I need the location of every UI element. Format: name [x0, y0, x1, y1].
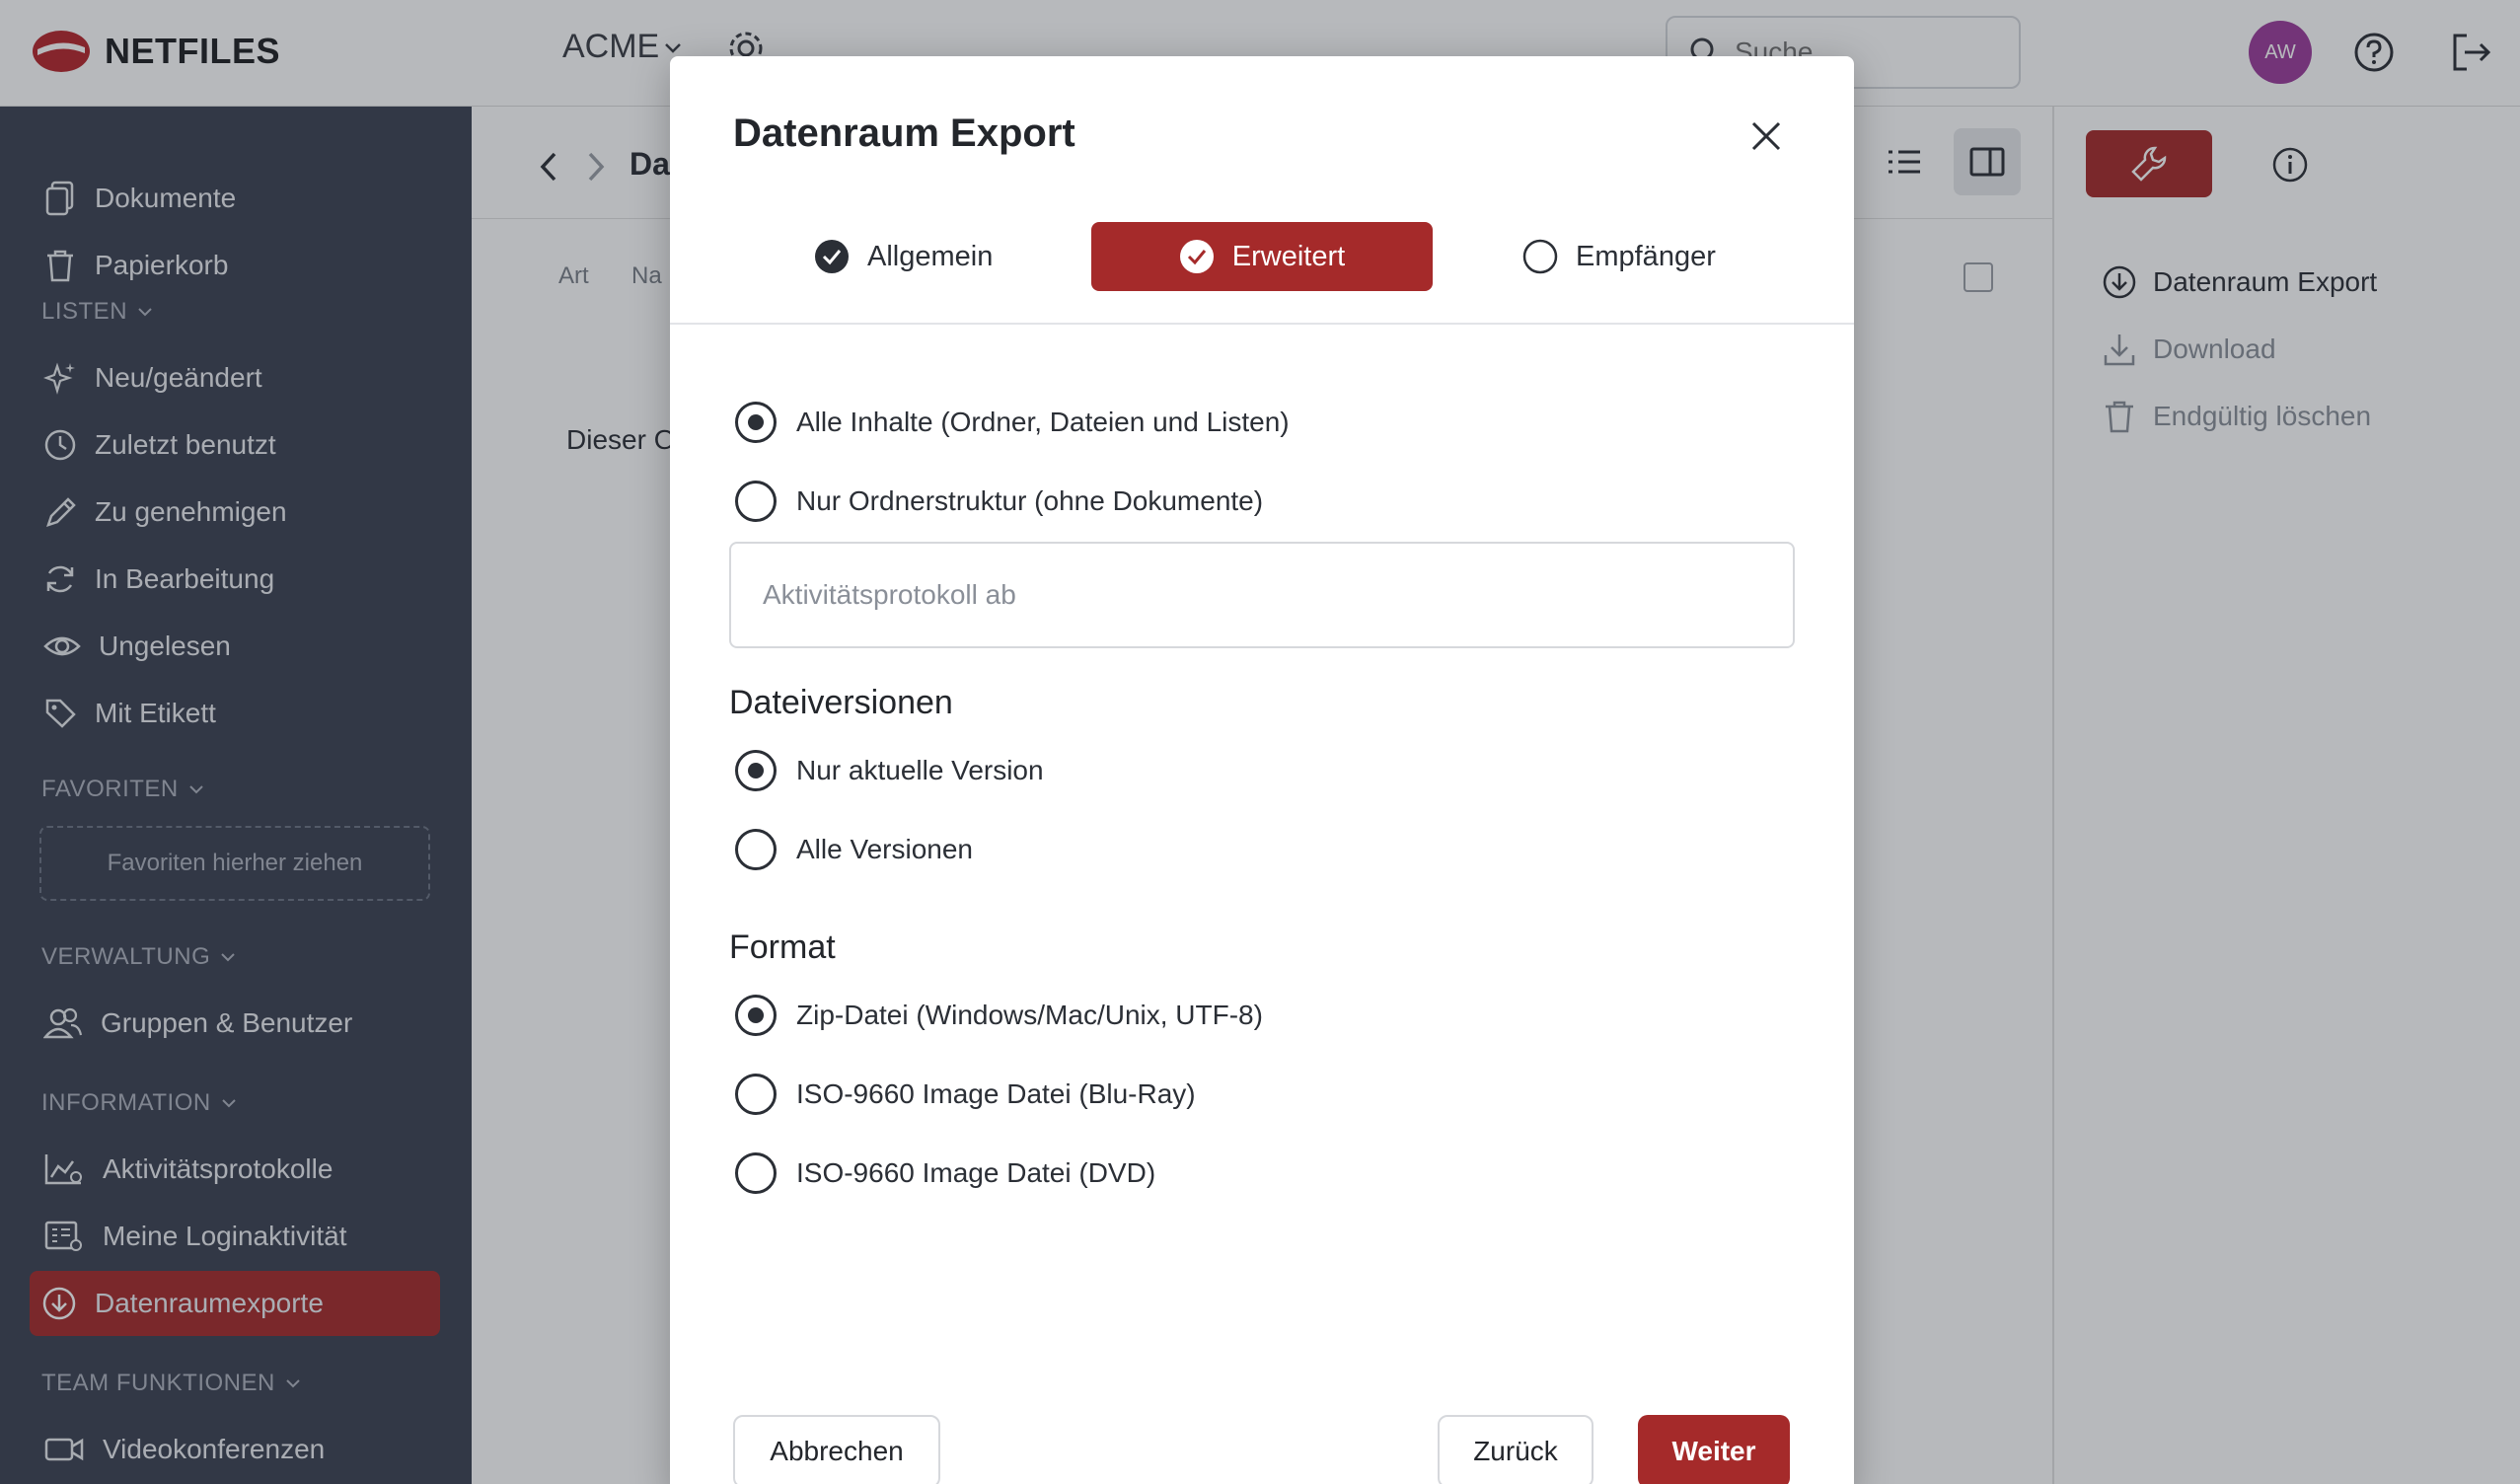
option-zip-datei[interactable]: Zip-Datei (Windows/Mac/Unix, UTF-8): [735, 995, 1263, 1036]
option-label: Alle Inhalte (Ordner, Dateien und Listen…: [796, 407, 1290, 437]
empty-circle-icon: [1522, 239, 1558, 274]
step-label: Erweitert: [1231, 240, 1346, 272]
option-alle-versionen[interactable]: Alle Versionen: [735, 829, 973, 870]
option-label: ISO-9660 Image Datei (Blu-Ray): [796, 1078, 1196, 1109]
option-label: Nur aktuelle Version: [796, 755, 1044, 785]
radio-unselected[interactable]: [735, 829, 777, 870]
step-erweitert[interactable]: Erweitert: [1091, 222, 1433, 291]
step-label: Empfänger: [1576, 240, 1716, 272]
activity-log-date-input[interactable]: [729, 542, 1795, 648]
dialog-title: Datenraum Export: [733, 111, 1075, 155]
option-nur-ordnerstruktur[interactable]: Nur Ordnerstruktur (ohne Dokumente): [735, 481, 1263, 522]
radio-selected[interactable]: [735, 995, 777, 1036]
radio-unselected[interactable]: [735, 481, 777, 522]
check-circle-icon: [1179, 239, 1215, 274]
step-label: Allgemein: [867, 240, 994, 272]
back-button[interactable]: Zurück: [1438, 1415, 1594, 1484]
format-heading: Format: [729, 928, 836, 966]
close-icon[interactable]: [1749, 119, 1783, 153]
option-label: Nur Ordnerstruktur (ohne Dokumente): [796, 485, 1264, 516]
radio-selected[interactable]: [735, 402, 777, 443]
cancel-button[interactable]: Abbrechen: [733, 1415, 940, 1484]
option-iso-dvd[interactable]: ISO-9660 Image Datei (DVD): [735, 1152, 1155, 1194]
radio-unselected[interactable]: [735, 1074, 777, 1115]
wizard-steps: Allgemein Erweitert Empfänger: [670, 222, 1854, 295]
option-label: Alle Versionen: [796, 834, 974, 864]
next-button[interactable]: Weiter: [1638, 1415, 1790, 1484]
step-empfaenger[interactable]: Empfänger: [1522, 222, 1716, 291]
dialog-divider: [670, 323, 1854, 325]
radio-unselected[interactable]: [735, 1152, 777, 1194]
option-nur-aktuelle-version[interactable]: Nur aktuelle Version: [735, 750, 1044, 791]
option-label: Zip-Datei (Windows/Mac/Unix, UTF-8): [796, 1000, 1263, 1030]
option-alle-inhalte[interactable]: Alle Inhalte (Ordner, Dateien und Listen…: [735, 402, 1290, 443]
option-iso-bluray[interactable]: ISO-9660 Image Datei (Blu-Ray): [735, 1074, 1196, 1115]
step-allgemein[interactable]: Allgemein: [814, 222, 993, 291]
check-circle-icon: [814, 239, 850, 274]
versions-heading: Dateiversionen: [729, 684, 953, 721]
option-label: ISO-9660 Image Datei (DVD): [796, 1157, 1156, 1188]
export-dialog: Datenraum Export Allgemein Erweitert Emp…: [670, 56, 1854, 1484]
radio-selected[interactable]: [735, 750, 777, 791]
